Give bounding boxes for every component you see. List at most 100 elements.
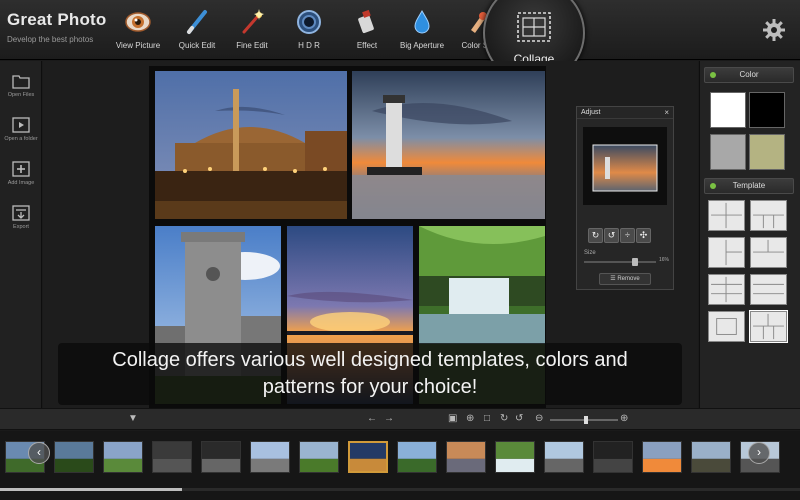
sidebar-item-export[interactable]: Export xyxy=(0,205,42,230)
adjust-buttons: ↻ ↺ ÷ ✣ xyxy=(588,225,652,243)
adjust-title: Adjust xyxy=(581,109,601,116)
collapse-triangle-icon[interactable]: ▼ xyxy=(128,414,138,424)
zoom-slider[interactable] xyxy=(550,416,618,424)
filmstrip-prev-button[interactable]: ‹ xyxy=(28,442,50,464)
color-section-header[interactable]: Color xyxy=(704,67,794,83)
sidebar-item-label: Add Image xyxy=(7,180,35,186)
size-label: Size xyxy=(584,250,596,256)
arrow-left-icon[interactable]: ← xyxy=(367,414,377,424)
water-drop-icon xyxy=(414,9,430,34)
caption-line-2: patterns for your choice! xyxy=(262,376,478,398)
template-option[interactable] xyxy=(708,200,745,231)
tool-label: Big Aperture xyxy=(399,41,445,50)
collage-photo-lighthouse[interactable] xyxy=(352,71,545,219)
filmstrip-thumbnail[interactable] xyxy=(544,441,584,473)
template-section-title: Template xyxy=(732,181,766,190)
template-option[interactable] xyxy=(750,237,787,268)
tool-label: Fine Edit xyxy=(236,41,268,50)
add-image-icon xyxy=(12,161,30,177)
tool-view-picture[interactable]: View Picture xyxy=(108,8,168,50)
caption-line-1: Collage offers various well designed tem… xyxy=(112,349,628,371)
app-subtitle: Develop the best photos xyxy=(7,35,94,44)
sidebar-item-add-image[interactable]: Add Image xyxy=(0,161,42,186)
play-folder-icon xyxy=(12,117,30,133)
template-option[interactable] xyxy=(750,200,787,231)
app-title: Great Photo xyxy=(7,10,107,29)
zoom-out-icon[interactable]: ⊖ xyxy=(535,414,543,424)
remove-label: Remove xyxy=(617,276,640,282)
tool-effect[interactable]: Effect xyxy=(337,8,397,50)
remove-button[interactable]: ☰ Remove xyxy=(599,273,651,285)
left-sidebar: Open Files Open a folder Add Image Expor… xyxy=(0,61,42,408)
filmstrip-thumbnail[interactable] xyxy=(250,441,290,473)
filmstrip-thumbnail[interactable] xyxy=(593,441,633,473)
filmstrip-thumbnail[interactable] xyxy=(201,441,241,473)
collage-grid-icon xyxy=(517,12,551,42)
template-option[interactable] xyxy=(708,311,745,342)
tool-quick-edit[interactable]: Quick Edit xyxy=(167,8,227,50)
status-dot xyxy=(710,183,716,189)
color-swatch-white[interactable] xyxy=(710,92,746,128)
filmstrip-thumbnail[interactable] xyxy=(691,441,731,473)
rotate-ccw-button[interactable]: ↺ xyxy=(604,228,619,243)
rotate-cw-button[interactable]: ↻ xyxy=(588,228,603,243)
filmstrip-scroll-thumb[interactable] xyxy=(0,488,182,491)
preview-thumbnail xyxy=(592,144,658,192)
tool-hdr[interactable]: H D R xyxy=(279,8,339,50)
aperture-ring-icon xyxy=(297,10,321,34)
filmstrip-thumbnail[interactable] xyxy=(495,441,535,473)
collage-photo-basilica[interactable] xyxy=(155,71,347,219)
eye-icon xyxy=(125,12,151,32)
color-swatch-olive[interactable] xyxy=(749,134,785,170)
sidebar-item-open-files[interactable]: Open Files xyxy=(0,73,42,98)
filmstrip-thumbnail[interactable] xyxy=(446,441,486,473)
color-section-title: Color xyxy=(739,70,759,79)
status-dot xyxy=(710,72,716,78)
brand: Great Photo Develop the best photos xyxy=(7,10,107,44)
size-value: 16% xyxy=(659,257,670,263)
template-option-selected[interactable] xyxy=(749,310,788,343)
filmstrip-thumbnail[interactable] xyxy=(348,441,388,473)
filmstrip-thumbnail[interactable] xyxy=(397,441,437,473)
filmstrip: ‹ › xyxy=(0,431,800,500)
size-slider[interactable] xyxy=(584,258,656,266)
folder-icon xyxy=(12,75,30,89)
filmstrip-thumbnail[interactable] xyxy=(299,441,339,473)
target-icon[interactable]: ⊕ xyxy=(466,414,474,424)
top-toolbar: Great Photo Develop the best photos View… xyxy=(0,0,800,84)
size-slider-thumb[interactable] xyxy=(631,258,638,266)
rotate-icon[interactable]: ↻ xyxy=(500,414,508,424)
color-swatch-gray[interactable] xyxy=(710,134,746,170)
close-icon[interactable]: × xyxy=(664,108,669,117)
effect-icon xyxy=(358,9,374,34)
flip-horizontal-button[interactable]: ✣ xyxy=(636,228,651,243)
filmstrip-thumbnail[interactable] xyxy=(642,441,682,473)
template-section-header[interactable]: Template xyxy=(704,178,794,194)
fit-screen-icon[interactable]: ▣ xyxy=(448,414,457,424)
tool-label: H D R xyxy=(298,41,320,50)
color-swatch-black[interactable] xyxy=(749,92,785,128)
adjust-preview[interactable] xyxy=(583,127,667,205)
sidebar-item-label: Open Files xyxy=(7,92,35,98)
filmstrip-next-button[interactable]: › xyxy=(748,442,770,464)
tool-fine-edit[interactable]: Fine Edit xyxy=(222,8,282,50)
arrow-right-icon[interactable]: → xyxy=(384,414,394,424)
flip-vertical-button[interactable]: ÷ xyxy=(620,228,635,243)
zoom-in-icon[interactable]: ⊕ xyxy=(620,414,628,424)
template-option[interactable] xyxy=(750,274,787,305)
filmstrip-thumbnail[interactable] xyxy=(152,441,192,473)
filmstrip-scrollbar[interactable] xyxy=(0,488,800,491)
tool-big-aperture[interactable]: Big Aperture xyxy=(392,8,452,50)
filmstrip-thumbnail[interactable] xyxy=(103,441,143,473)
sidebar-item-open-folder[interactable]: Open a folder xyxy=(0,117,42,142)
gear-icon[interactable] xyxy=(762,18,786,42)
bottom-toolbar: ▼ ← → ▣ ⊕ □ ↻ ↺ ⊖ ⊕ xyxy=(0,408,800,430)
template-option[interactable] xyxy=(708,237,745,268)
template-option[interactable] xyxy=(708,274,745,305)
right-panel: Color Template xyxy=(699,61,800,408)
crop-icon[interactable]: □ xyxy=(484,414,490,424)
rotate-back-icon[interactable]: ↺ xyxy=(515,414,523,424)
brush-icon xyxy=(187,10,207,34)
zoom-slider-thumb[interactable] xyxy=(584,416,588,424)
filmstrip-thumbnail[interactable] xyxy=(54,441,94,473)
